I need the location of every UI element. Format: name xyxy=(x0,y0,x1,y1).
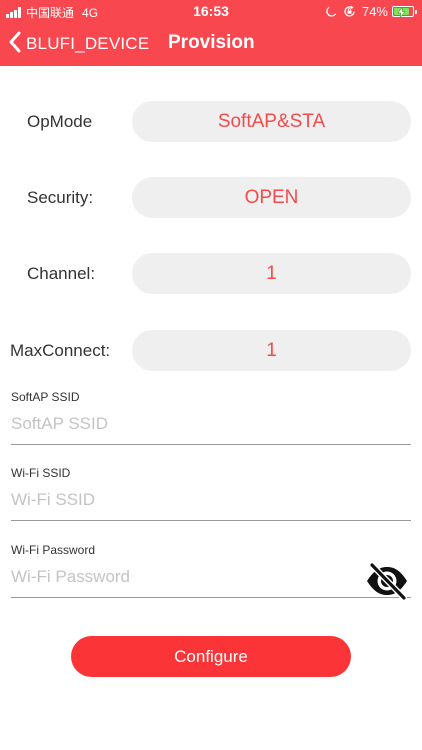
wifi-ssid-field: Wi-Fi SSID xyxy=(11,466,411,524)
security-label: Security: xyxy=(27,188,94,207)
eye-slash-icon xyxy=(364,561,410,606)
wifi-ssid-underline xyxy=(11,520,411,521)
softap-ssid-field: SoftAP SSID xyxy=(11,390,411,448)
softap-ssid-label: SoftAP SSID xyxy=(11,390,80,404)
maxconnect-selector[interactable]: 1 xyxy=(132,330,411,371)
nav-bar: BLUFI_DEVICE Provision xyxy=(0,22,422,66)
status-right: 74% xyxy=(325,4,417,19)
page-title: Provision xyxy=(168,32,255,53)
moon-icon xyxy=(325,6,337,18)
wifi-password-input[interactable] xyxy=(11,559,351,595)
password-visibility-toggle[interactable] xyxy=(364,561,410,606)
wifi-password-field: Wi-Fi Password xyxy=(11,543,411,603)
softap-ssid-underline xyxy=(11,444,411,445)
status-bar: 中国联通 4G 16:53 74% xyxy=(0,0,422,22)
battery-icon xyxy=(392,6,417,19)
battery-percent: 74% xyxy=(361,4,388,19)
softap-ssid-input[interactable] xyxy=(11,406,411,442)
opmode-row: OpMode SoftAP&STA xyxy=(0,101,422,143)
wifi-password-label: Wi-Fi Password xyxy=(11,543,96,557)
back-button[interactable]: BLUFI_DEVICE xyxy=(8,30,149,58)
back-label: BLUFI_DEVICE xyxy=(26,34,150,53)
rotation-lock-icon xyxy=(343,5,356,18)
security-row: Security: OPEN xyxy=(0,177,422,219)
channel-label: Channel: xyxy=(27,264,96,283)
opmode-selector[interactable]: SoftAP&STA xyxy=(132,101,411,142)
chevron-left-icon xyxy=(8,31,22,58)
channel-row: Channel: 1 xyxy=(0,253,422,295)
opmode-label: OpMode xyxy=(27,112,93,131)
charging-bolt-icon xyxy=(397,6,406,21)
header: 中国联通 4G 16:53 74% BLUFI_DEVICE Provision xyxy=(0,0,422,66)
configure-button[interactable]: Configure xyxy=(71,636,351,677)
security-selector[interactable]: OPEN xyxy=(132,177,411,218)
maxconnect-row: MaxConnect: 1 xyxy=(0,330,422,372)
provision-screen: 中国联通 4G 16:53 74% BLUFI_DEVICE Provision… xyxy=(0,0,422,750)
channel-selector[interactable]: 1 xyxy=(132,253,411,294)
wifi-ssid-input[interactable] xyxy=(11,482,411,518)
wifi-password-underline xyxy=(11,597,411,598)
maxconnect-label: MaxConnect: xyxy=(10,341,111,360)
wifi-ssid-label: Wi-Fi SSID xyxy=(11,466,71,480)
